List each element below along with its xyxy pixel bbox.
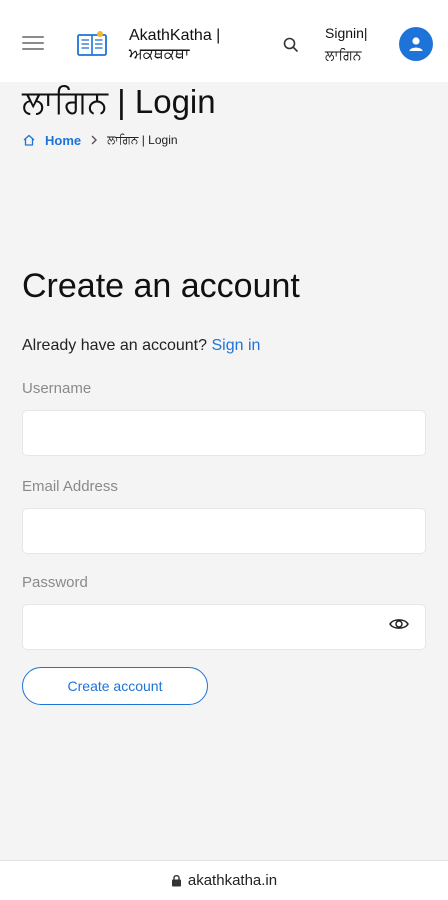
page-title: ਲਾਗਿਨ | Login: [22, 83, 216, 120]
email-label: Email Address: [22, 478, 118, 495]
username-field[interactable]: [22, 410, 426, 456]
menu-icon[interactable]: [22, 36, 44, 52]
signin-prompt: Already have an account? Sign in: [22, 336, 260, 356]
breadcrumb: Home ਲਾਗਿਨ | Login: [22, 130, 178, 150]
chevron-right-icon: [91, 135, 98, 145]
book-logo-icon[interactable]: [76, 30, 108, 58]
user-icon[interactable]: [399, 27, 433, 61]
email-field[interactable]: [22, 508, 426, 554]
signin-link[interactable]: Signin| ਲਾਗਿਨ: [325, 22, 395, 66]
site-title[interactable]: AkathKatha | ਅਕਥਕਥਾ: [129, 26, 259, 64]
username-label: Username: [22, 380, 92, 397]
password-label: Password: [22, 574, 88, 591]
create-account-button[interactable]: Create account: [22, 667, 208, 705]
lock-icon: [171, 875, 181, 887]
search-icon[interactable]: [282, 36, 300, 54]
site-header: AkathKatha | ਅਕਥਕਥਾ Signin| ਲਾਗਿਨ: [0, 0, 448, 82]
password-field[interactable]: [22, 604, 426, 650]
signin-prompt-text: Already have an account?: [22, 337, 208, 354]
browser-url-bar[interactable]: akathkatha.in: [0, 860, 448, 900]
browser-url: akathkatha.in: [187, 872, 278, 889]
breadcrumb-home-link[interactable]: Home: [45, 133, 81, 148]
home-icon: [23, 134, 35, 146]
signin-link-inline[interactable]: Sign in: [211, 337, 260, 354]
form-heading: Create an account: [22, 267, 300, 305]
breadcrumb-current: ਲਾਗਿਨ | Login: [107, 132, 178, 147]
eye-icon[interactable]: [388, 613, 410, 635]
